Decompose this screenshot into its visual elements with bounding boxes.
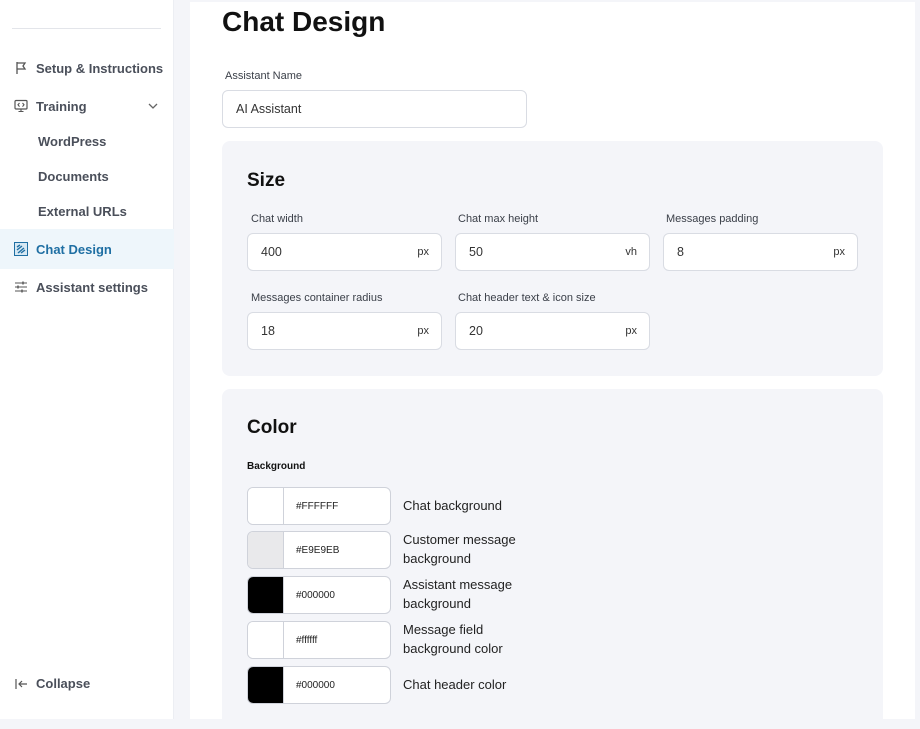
chat-width-label: Chat width	[251, 213, 303, 225]
sidebar-item-setup-instructions[interactable]: Setup & Instructions	[0, 49, 174, 87]
sidebar-item-label: WordPress	[38, 133, 107, 149]
hex-value[interactable]: #E9E9EB	[284, 532, 339, 568]
chat-header-size-unit: px	[625, 325, 637, 337]
background-sublabel: Background	[247, 461, 306, 472]
assistant-name-input[interactable]: AI Assistant	[222, 90, 527, 128]
sliders-icon	[14, 280, 28, 294]
sidebar-item-label: Documents	[38, 168, 109, 184]
sidebar-item-label: External URLs	[38, 203, 127, 219]
chat-header-size-label: Chat header text & icon size	[458, 292, 596, 304]
color-title: Color	[247, 417, 297, 438]
sidebar: Setup & Instructions Training WordPress …	[0, 0, 174, 719]
size-card: Size Chat width 400 px Chat max height 5…	[222, 141, 883, 376]
chat-max-height-unit: vh	[625, 246, 637, 258]
color-swatch[interactable]	[248, 488, 284, 524]
collapse-label: Collapse	[36, 676, 91, 691]
collapse-arrow-icon	[14, 677, 28, 691]
chat-max-height-value: 50	[469, 245, 483, 259]
color-label: Chat header color	[403, 677, 507, 692]
flag-icon	[14, 61, 28, 75]
messages-container-radius-label: Messages container radius	[251, 292, 383, 304]
size-title: Size	[247, 170, 286, 191]
monitor-code-icon	[14, 99, 28, 113]
messages-padding-unit: px	[833, 246, 845, 258]
sidebar-item-label: Assistant settings	[36, 279, 148, 295]
color-picker[interactable]: #000000	[247, 666, 391, 704]
sidebar-item-documents[interactable]: Documents	[0, 157, 174, 195]
messages-padding-value: 8	[677, 245, 684, 259]
hex-value[interactable]: #000000	[284, 667, 335, 703]
color-swatch[interactable]	[248, 667, 284, 703]
chevron-down-icon[interactable]	[148, 100, 158, 112]
hex-value[interactable]: #FFFFFF	[284, 488, 338, 524]
hex-value[interactable]: #000000	[284, 577, 335, 613]
sidebar-item-label: Chat Design	[36, 241, 112, 257]
color-picker[interactable]: #E9E9EB	[247, 531, 391, 569]
chat-header-size-value: 20	[469, 324, 483, 338]
chat-header-size-input[interactable]: 20 px	[455, 312, 650, 350]
messages-padding-input[interactable]: 8 px	[663, 233, 858, 271]
messages-container-radius-input[interactable]: 18 px	[247, 312, 442, 350]
chat-max-height-input[interactable]: 50 vh	[455, 233, 650, 271]
messages-container-radius-value: 18	[261, 324, 275, 338]
chat-width-value: 400	[261, 245, 282, 259]
color-swatch[interactable]	[248, 577, 284, 613]
sidebar-item-label: Setup & Instructions	[36, 60, 164, 76]
messages-padding-label: Messages padding	[666, 213, 759, 225]
color-label: Message field background color	[403, 622, 503, 656]
color-swatch[interactable]	[248, 532, 284, 568]
messages-container-radius-unit: px	[417, 325, 429, 337]
sidebar-item-wordpress[interactable]: WordPress	[0, 122, 174, 160]
chat-max-height-label: Chat max height	[458, 213, 539, 225]
assistant-name-value: AI Assistant	[236, 102, 302, 116]
page-title: Chat Design	[222, 6, 386, 37]
color-picker[interactable]: #ffffff	[247, 621, 391, 659]
sidebar-divider	[12, 28, 161, 29]
chat-width-input[interactable]: 400 px	[247, 233, 442, 271]
color-picker[interactable]: #FFFFFF	[247, 487, 391, 525]
color-picker[interactable]: #000000	[247, 576, 391, 614]
sidebar-item-chat-design[interactable]: Chat Design	[0, 229, 174, 269]
assistant-name-label: Assistant Name	[225, 70, 303, 82]
color-label: Chat background	[403, 498, 503, 513]
main-content: Chat Design Assistant Name AI Assistant …	[190, 2, 915, 729]
color-swatch[interactable]	[248, 622, 284, 658]
sidebar-item-label: Training	[36, 98, 87, 114]
color-label: Customer message background	[403, 532, 516, 566]
sidebar-item-training[interactable]: Training	[0, 87, 174, 125]
chat-width-unit: px	[417, 246, 429, 258]
color-card: Color Background #FFFFFF Chat background…	[222, 389, 883, 729]
color-label: Assistant message background	[403, 577, 513, 611]
collapse-button[interactable]: Collapse	[14, 676, 90, 691]
design-icon	[14, 242, 28, 256]
hex-value[interactable]: #ffffff	[284, 622, 317, 658]
sidebar-item-assistant-settings[interactable]: Assistant settings	[0, 268, 174, 306]
sidebar-item-external-urls[interactable]: External URLs	[0, 192, 174, 230]
